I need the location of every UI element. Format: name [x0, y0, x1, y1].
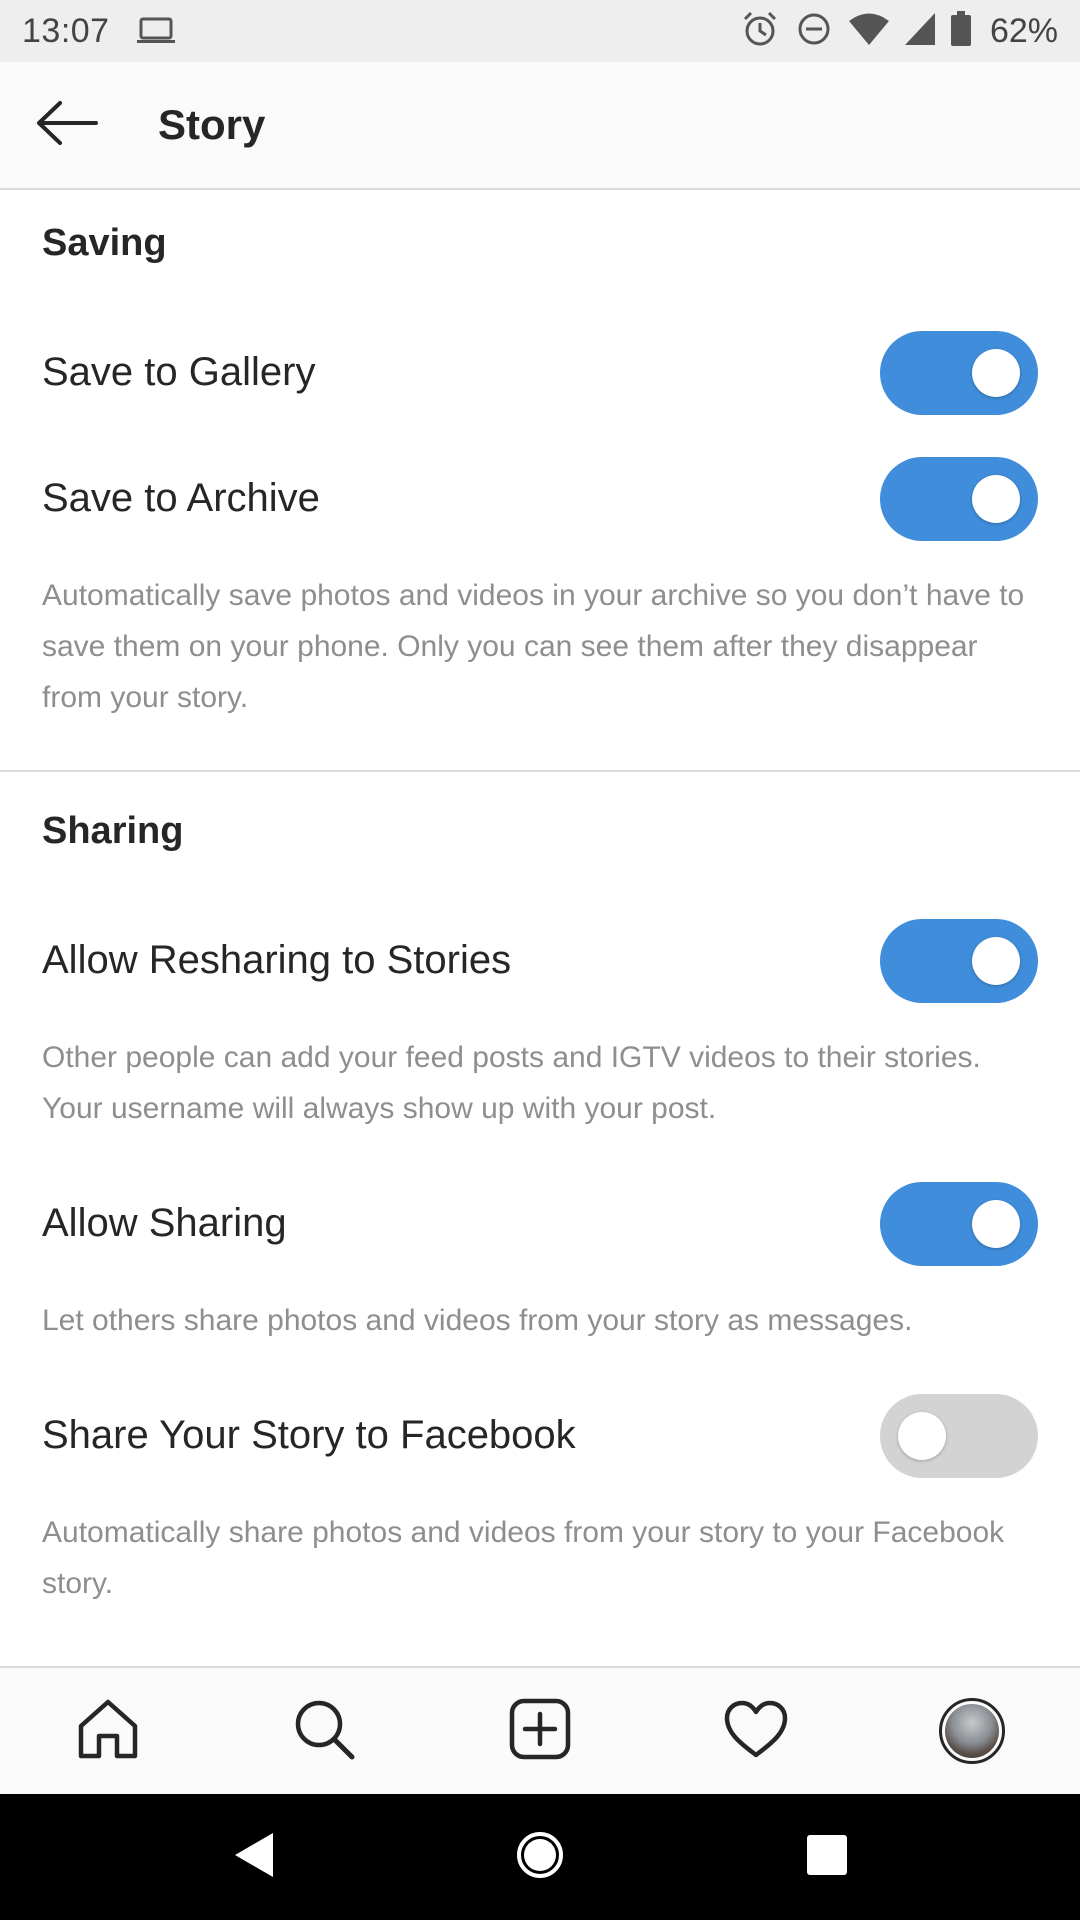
activity-heart-icon	[723, 1699, 789, 1764]
allow-sharing-toggle[interactable]	[880, 1182, 1038, 1266]
section-title-sharing: Sharing	[42, 810, 184, 852]
tab-search[interactable]	[269, 1676, 379, 1786]
allow-resharing-toggle[interactable]	[880, 919, 1038, 1003]
allow-resharing-label: Allow Resharing to Stories	[42, 938, 512, 982]
avatar-image	[945, 1704, 999, 1758]
alarm-icon	[740, 9, 780, 54]
tab-new-post[interactable]	[485, 1676, 595, 1786]
do-not-disturb-icon	[794, 9, 834, 54]
toggle-knob	[972, 937, 1020, 985]
app-header: Story	[0, 62, 1080, 190]
save-to-archive-description: Automatically save photos and videos in …	[42, 579, 1025, 714]
battery-icon	[950, 10, 972, 52]
section-title-saving: Saving	[42, 222, 167, 264]
toggle-knob	[972, 349, 1020, 397]
nav-back-icon	[231, 1831, 275, 1884]
share-to-facebook-description: Automatically share photos and videos fr…	[42, 1516, 1005, 1600]
nav-back-button[interactable]	[198, 1802, 308, 1912]
save-to-gallery-toggle[interactable]	[880, 331, 1038, 415]
search-icon	[291, 1696, 357, 1767]
nav-home-icon	[515, 1830, 565, 1885]
settings-content: Saving Save to Gallery Save to Archive A…	[0, 190, 1080, 1666]
status-icons: 62%	[740, 9, 1058, 54]
allow-sharing-description: Let others share photos and videos from …	[42, 1304, 913, 1337]
nav-home-button[interactable]	[485, 1802, 595, 1912]
save-to-archive-label: Save to Archive	[42, 476, 320, 520]
profile-avatar	[939, 1698, 1005, 1764]
battery-percent: 62%	[989, 11, 1058, 50]
tab-profile[interactable]	[917, 1676, 1027, 1786]
wifi-icon	[848, 12, 890, 51]
laptop-icon	[136, 16, 176, 46]
back-arrow-icon	[34, 98, 100, 153]
toggle-knob	[898, 1412, 946, 1460]
allow-resharing-description: Other people can add your feed posts and…	[42, 1041, 981, 1125]
nav-recents-icon	[806, 1834, 848, 1881]
section-divider	[0, 770, 1080, 772]
tab-activity[interactable]	[701, 1676, 811, 1786]
signal-icon	[904, 12, 936, 51]
home-icon	[75, 1696, 141, 1767]
back-button[interactable]	[22, 80, 112, 170]
system-nav-bar	[0, 1794, 1080, 1920]
toggle-knob	[972, 1200, 1020, 1248]
nav-recents-button[interactable]	[772, 1802, 882, 1912]
tab-home[interactable]	[53, 1676, 163, 1786]
toggle-knob	[972, 475, 1020, 523]
save-to-archive-toggle[interactable]	[880, 457, 1038, 541]
status-time: 13:07	[22, 11, 110, 50]
share-to-facebook-toggle[interactable]	[880, 1394, 1038, 1478]
save-to-gallery-label: Save to Gallery	[42, 350, 316, 394]
share-to-facebook-label: Share Your Story to Facebook	[42, 1413, 576, 1457]
bottom-tab-bar	[0, 1666, 1080, 1794]
allow-sharing-label: Allow Sharing	[42, 1201, 287, 1245]
new-post-icon	[507, 1696, 573, 1767]
page-title: Story	[158, 101, 266, 148]
status-bar: 13:07 62%	[0, 0, 1080, 62]
